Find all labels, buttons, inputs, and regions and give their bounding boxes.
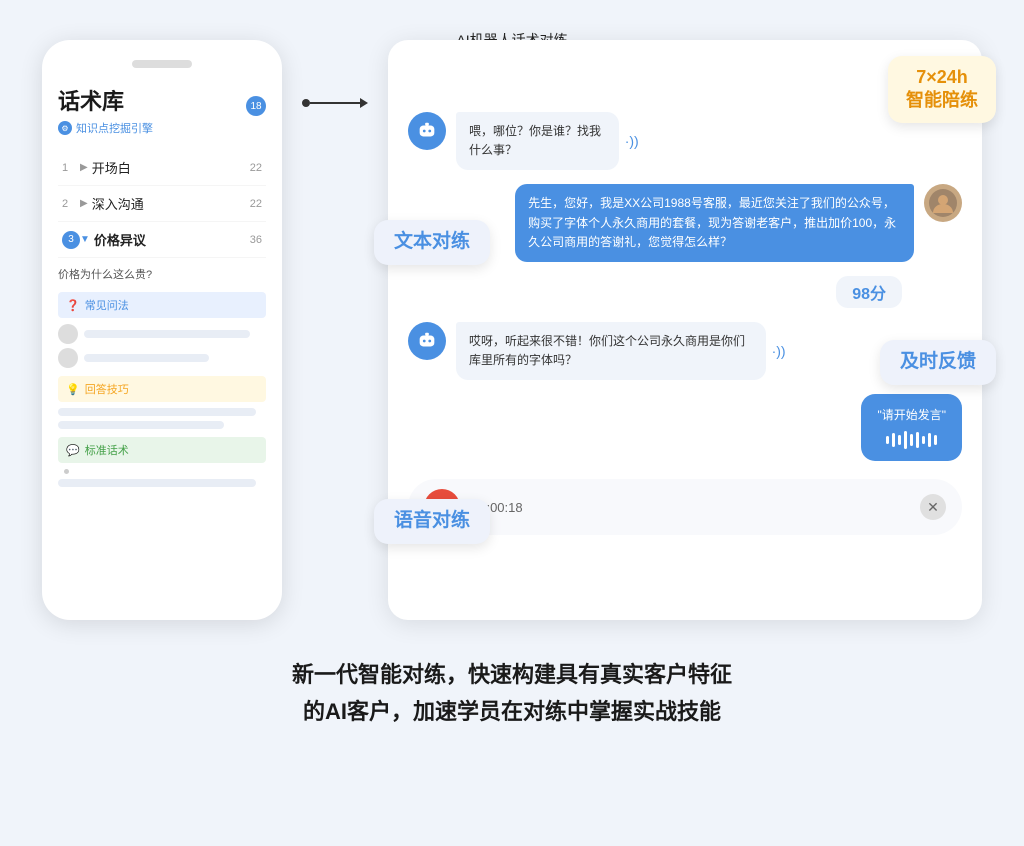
bot-bubble-1: 喂，哪位？你是谁？找我什么事？	[456, 112, 619, 170]
main-container: 话术库 ⚙ 知识点挖掘引擎 18 1 ▶ 开场白 22 2 ▶ 深入沟通 22 …	[42, 40, 982, 620]
chat-messages: 喂，哪位？你是谁？找我什么事？ ·)) 先生，您好，我是XX公司1988号客服，…	[408, 112, 962, 535]
knowledge-icon: ⚙	[58, 121, 72, 135]
bottom-text: 新一代智能对练，快速构建具有真实客户特征 的AI客户，加速学员在对练中掌握实战技…	[292, 656, 732, 731]
close-button[interactable]: ✕	[920, 494, 946, 520]
timer-text: 00:00:18	[472, 500, 908, 515]
bot-message-2-container: 哎呀，听起来很不错！你们这个公司永久商用是你们库里所有的字体吗？ ·))	[456, 322, 886, 380]
menu-item-2[interactable]: 2 ▶ 深入沟通 22	[58, 186, 266, 222]
phone-subtitle-text: 知识点挖掘引擎	[76, 120, 153, 136]
arrow-head	[360, 98, 368, 108]
vwave-6	[916, 432, 919, 448]
faq-icon: ❓	[66, 299, 80, 312]
menu-item-1[interactable]: 1 ▶ 开场白 22	[58, 150, 266, 186]
tips-icon: 💡	[66, 383, 80, 396]
vwave-5	[910, 434, 913, 446]
user-avatar-1	[924, 184, 962, 222]
timely-feedback-text: 及时反馈	[900, 351, 976, 372]
question-text: 价格为什么这么贵?	[58, 266, 266, 282]
menu-num-3: 3	[62, 231, 80, 249]
voice-input-bubble: "请开始发言"	[861, 394, 962, 461]
vwave-8	[928, 433, 931, 447]
menu-label-1: 开场白	[92, 158, 250, 177]
faq-avatar-2	[58, 348, 78, 368]
std-line-1	[58, 479, 256, 487]
faq-line-1	[84, 330, 250, 338]
menu-arrow-1: ▶	[80, 162, 88, 173]
vwave-1	[886, 436, 889, 444]
smart-train-label: 7×24h 智能陪练	[888, 56, 996, 123]
tips-line-1	[58, 408, 256, 416]
std-label: 标准话术	[85, 442, 129, 458]
menu-item-3[interactable]: 3 ▼ 价格异议 36	[58, 222, 266, 258]
voice-controls: 00:00:18 ✕	[408, 479, 962, 535]
smart-train-text: 7×24h 智能陪练	[906, 67, 978, 110]
timely-feedback-label: 及时反馈	[880, 340, 996, 385]
menu-arrow-3: ▼	[80, 234, 90, 245]
badge-count: 18	[246, 96, 266, 116]
sound-icon-1: ·))	[625, 133, 639, 149]
bot-avatar-2	[408, 322, 446, 360]
tips-line-2	[58, 421, 224, 429]
chat-header	[408, 60, 962, 96]
std-bullet-1	[64, 469, 69, 474]
menu-arrow-2: ▶	[80, 198, 88, 209]
vwave-3	[898, 435, 901, 445]
faq-avatar-1	[58, 324, 78, 344]
menu-label-2: 深入沟通	[92, 194, 250, 213]
text-practice-text: 文本对练	[394, 231, 470, 252]
message-bot-1: 喂，哪位？你是谁？找我什么事？ ·))	[408, 112, 962, 170]
bot-message-1-container: 喂，哪位？你是谁？找我什么事？ ·))	[456, 112, 682, 170]
voice-practice-label: 语音对练	[374, 499, 490, 544]
vwave-9	[934, 435, 937, 445]
tips-label: 回答技巧	[85, 381, 129, 397]
section-faq: ❓ 常见问法	[58, 292, 266, 318]
bot-bubble-2: 哎呀，听起来很不错！你们这个公司永久商用是你们库里所有的字体吗？	[456, 322, 766, 380]
menu-num-1: 1	[62, 162, 80, 174]
menu-count-3: 36	[250, 234, 262, 246]
bottom-line-2: 的AI客户，加速学员在对练中掌握实战技能	[292, 693, 732, 730]
arrow-container	[302, 98, 368, 108]
vwave-4	[904, 431, 907, 449]
text-practice-label: 文本对练	[374, 220, 490, 265]
faq-row-2	[58, 348, 266, 368]
vwave-2	[892, 433, 895, 447]
chat-panel: 7×24h 智能陪练 文本对练 及时反馈 语音对练	[388, 40, 982, 620]
section-std: 💬 标准话术	[58, 437, 266, 463]
arrow-dot-start	[302, 99, 310, 107]
bottom-line-1: 新一代智能对练，快速构建具有真实客户特征	[292, 656, 732, 693]
voice-input-row: "请开始发言"	[408, 394, 962, 461]
menu-label-3: 价格异议	[94, 230, 250, 249]
phone-subtitle: ⚙ 知识点挖掘引擎	[58, 120, 266, 136]
connector-area: AI机器人话术对练	[302, 40, 368, 108]
faq-row-1	[58, 324, 266, 344]
faq-label: 常见问法	[85, 297, 129, 313]
phone-mockup: 话术库 ⚙ 知识点挖掘引擎 18 1 ▶ 开场白 22 2 ▶ 深入沟通 22 …	[42, 40, 282, 620]
menu-num-2: 2	[62, 198, 80, 210]
score-badge: 98分	[836, 276, 902, 308]
voice-practice-text: 语音对练	[394, 510, 470, 531]
arrow-line	[310, 102, 360, 104]
phone-notch	[132, 60, 192, 68]
std-icon: 💬	[66, 444, 80, 457]
faq-line-2	[84, 354, 209, 362]
menu-count-1: 22	[250, 162, 262, 174]
message-bot-2: 哎呀，听起来很不错！你们这个公司永久商用是你们库里所有的字体吗？ ·))	[408, 322, 962, 380]
bot-avatar-1	[408, 112, 446, 150]
phone-title: 话术库	[58, 84, 266, 116]
message-user-1: 先生，您好，我是XX公司1988号客服，最近您关注了我们的公众号，购买了字体个人…	[408, 184, 962, 262]
score-row: 98分	[408, 276, 962, 308]
menu-count-2: 22	[250, 198, 262, 210]
voice-waves	[877, 431, 946, 449]
section-tips: 💡 回答技巧	[58, 376, 266, 402]
sound-icon-2: ·))	[772, 343, 786, 359]
voice-input-label: "请开始发言"	[877, 406, 946, 423]
user-bubble-1: 先生，您好，我是XX公司1988号客服，最近您关注了我们的公众号，购买了字体个人…	[515, 184, 914, 262]
vwave-7	[922, 436, 925, 444]
